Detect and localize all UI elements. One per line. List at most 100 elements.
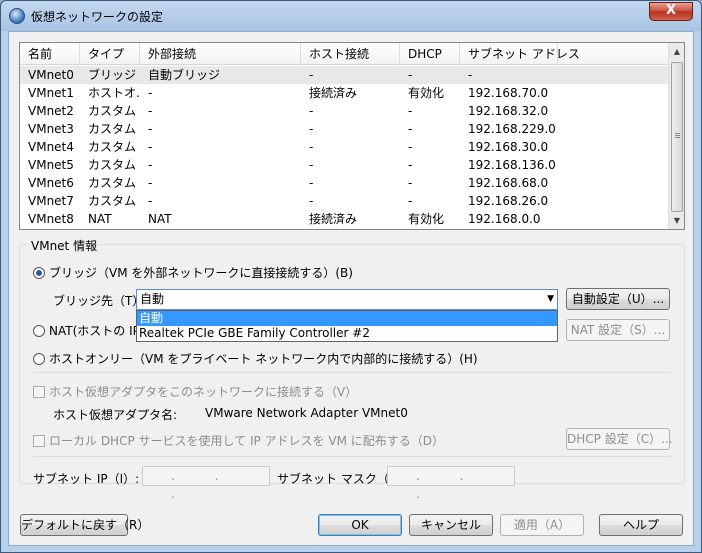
list-scrollbar[interactable]: ▲ ▼ [668,43,684,229]
cell-subnet: 192.168.32.0 [468,104,549,118]
table-row[interactable]: VMnet0 ブリッジ 自動ブリッジ - - - [20,66,670,84]
cell-host: - [309,68,314,82]
cell-host: - [309,158,314,172]
cell-dhcp: - [408,194,413,208]
column-header-subnet[interactable]: サブネット アドレス [460,43,580,65]
bridge-radio-label: ブリッジ（VM を外部ネットワークに直接接続する）(B) [49,266,353,280]
apply-button[interactable]: 適用（A） [500,514,584,536]
auto-settings-button[interactable]: 自動設定（U）... [566,288,670,310]
table-row[interactable]: VMnet8 NAT NAT 接続済み 有効化 192.168.0.0 [20,210,670,228]
cell-type: カスタム [88,194,137,208]
chevron-down-icon[interactable]: ▼ [547,290,554,309]
cell-external: - [148,158,153,172]
column-header-host[interactable]: ホスト接続 [301,43,400,65]
host-adapter-name-value: VMware Network Adapter VMnet0 [205,406,408,420]
cell-external: - [148,176,153,190]
cell-subnet: 192.168.229.0 [468,122,556,136]
column-header-type[interactable]: タイプ [80,43,140,65]
list-body: VMnet0ブリッジ自動ブリッジ---VMnet1ホストオ...-接続済み有効化… [20,66,670,228]
cancel-button[interactable]: キャンセル [409,514,493,536]
checkbox-icon[interactable] [33,434,45,447]
bridge-to-dropdown: 自動 Realtek PCIe GBE Family Controller #2 [136,310,558,342]
bridge-radio[interactable]: ブリッジ（VM を外部ネットワークに直接接続する）(B) [33,264,353,281]
cell-subnet: 192.168.136.0 [468,158,556,172]
cell-external: - [148,104,153,118]
cell-type: ホストオ... [88,86,140,100]
cell-type: カスタム [88,158,137,172]
cell-dhcp: - [408,104,413,118]
dhcp-settings-button[interactable]: DHCP 設定（C）... [566,428,673,450]
radio-checked-icon[interactable] [33,266,45,279]
column-header-dhcp[interactable]: DHCP [400,43,460,65]
cell-type: カスタム [88,122,137,136]
table-row[interactable]: VMnet7 カスタム - - -192.168.26.0 [20,192,670,210]
cell-type: カスタム [88,176,137,190]
table-row[interactable]: VMnet6 カスタム - - -192.168.68.0 [20,174,670,192]
hostonly-radio-label: ホストオンリー（VM をプライベート ネットワーク内で内部的に接続する）(H) [49,352,478,366]
cell-name: VMnet4 [28,140,74,154]
table-row[interactable]: VMnet3 カスタム - - -192.168.229.0 [20,120,670,138]
network-list[interactable]: 名前 タイプ 外部接続 ホスト接続 DHCP サブネット アドレス VMnet0… [19,42,685,230]
nat-settings-button[interactable]: NAT 設定（S）... [566,319,670,341]
window-title: 仮想ネットワークの設定 [31,10,164,24]
cell-host: - [309,194,314,208]
column-header-external[interactable]: 外部接続 [140,43,301,65]
subnet-ip-label: サブネット IP（I）: [33,472,140,486]
cell-subnet: 192.168.70.0 [468,86,549,100]
cell-type: ブリッジ [88,68,137,82]
cell-type: カスタム [88,104,137,118]
list-header: 名前 タイプ 外部接続 ホスト接続 DHCP サブネット アドレス [20,43,670,65]
cell-subnet: 192.168.26.0 [468,194,549,208]
cell-dhcp: 有効化 [408,212,445,226]
nat-radio[interactable]: NAT(ホストの IP [33,322,140,339]
dropdown-option-auto[interactable]: 自動 [137,311,557,326]
network-icon [9,8,25,24]
scroll-down-icon[interactable]: ▼ [669,212,685,229]
dialog-window: 仮想ネットワークの設定 X 名前 タイプ 外部接続 ホスト接続 DHCP サブネ… [0,0,702,553]
table-row[interactable]: VMnet4 カスタム - - -192.168.30.0 [20,138,670,156]
table-row[interactable]: VMnet2 カスタム - - -192.168.32.0 [20,102,670,120]
cell-name: VMnet8 [28,212,74,226]
connect-host-adapter-checkbox[interactable]: ホスト仮想アダプタをこのネットワークに接続する（V） [33,383,357,400]
subnet-ip-input[interactable]: . . . [142,466,270,501]
cell-subnet: 192.168.68.0 [468,176,549,190]
scroll-thumb[interactable] [671,62,683,212]
cell-host: - [309,140,314,154]
restore-defaults-button[interactable]: デフォルトに戻す（R） [20,514,149,536]
cell-name: VMnet6 [28,176,74,190]
cell-host: - [309,104,314,118]
dropdown-option-realtek[interactable]: Realtek PCIe GBE Family Controller #2 [137,326,557,341]
divider [33,372,671,373]
divider [33,456,671,457]
radio-unchecked-icon[interactable] [33,324,45,337]
host-adapter-name-label: ホスト仮想アダプタ名: [53,408,178,422]
help-button[interactable]: ヘルプ [599,514,683,536]
table-row[interactable]: VMnet5 カスタム - - -192.168.136.0 [20,156,670,174]
ok-button[interactable]: OK [318,514,402,536]
cell-subnet: 192.168.0.0 [468,212,541,226]
cell-name: VMnet1 [28,86,74,100]
cell-type: カスタム [88,140,137,154]
scroll-up-icon[interactable]: ▲ [669,43,685,60]
cell-name: VMnet2 [28,104,74,118]
bridge-to-label: ブリッジ先（T）: [53,294,149,308]
cell-external: - [148,140,153,154]
cell-subnet: - [468,68,473,82]
use-dhcp-checkbox[interactable]: ローカル DHCP サービスを使用して IP アドレスを VM に配布する（D） [33,432,444,449]
bridge-to-select[interactable]: 自動 ▼ [136,289,558,310]
cell-dhcp: - [408,176,413,190]
cell-host: - [309,176,314,190]
cell-dhcp: 有効化 [408,86,445,100]
column-header-name[interactable]: 名前 [20,43,80,65]
checkbox-icon[interactable] [33,385,45,398]
cell-external: - [148,86,153,100]
cell-name: VMnet3 [28,122,74,136]
table-row[interactable]: VMnet1 ホストオ...- 接続済み 有効化 192.168.70.0 [20,84,670,102]
subnet-mask-input[interactable]: . . . [387,466,515,501]
use-dhcp-label: ローカル DHCP サービスを使用して IP アドレスを VM に配布する（D） [49,434,444,448]
hostonly-radio[interactable]: ホストオンリー（VM をプライベート ネットワーク内で内部的に接続する）(H) [33,350,478,367]
close-button[interactable]: X [649,2,693,21]
bridge-to-value: 自動 [140,292,165,306]
radio-unchecked-icon[interactable] [33,352,45,365]
cell-host: 接続済み [309,86,358,100]
